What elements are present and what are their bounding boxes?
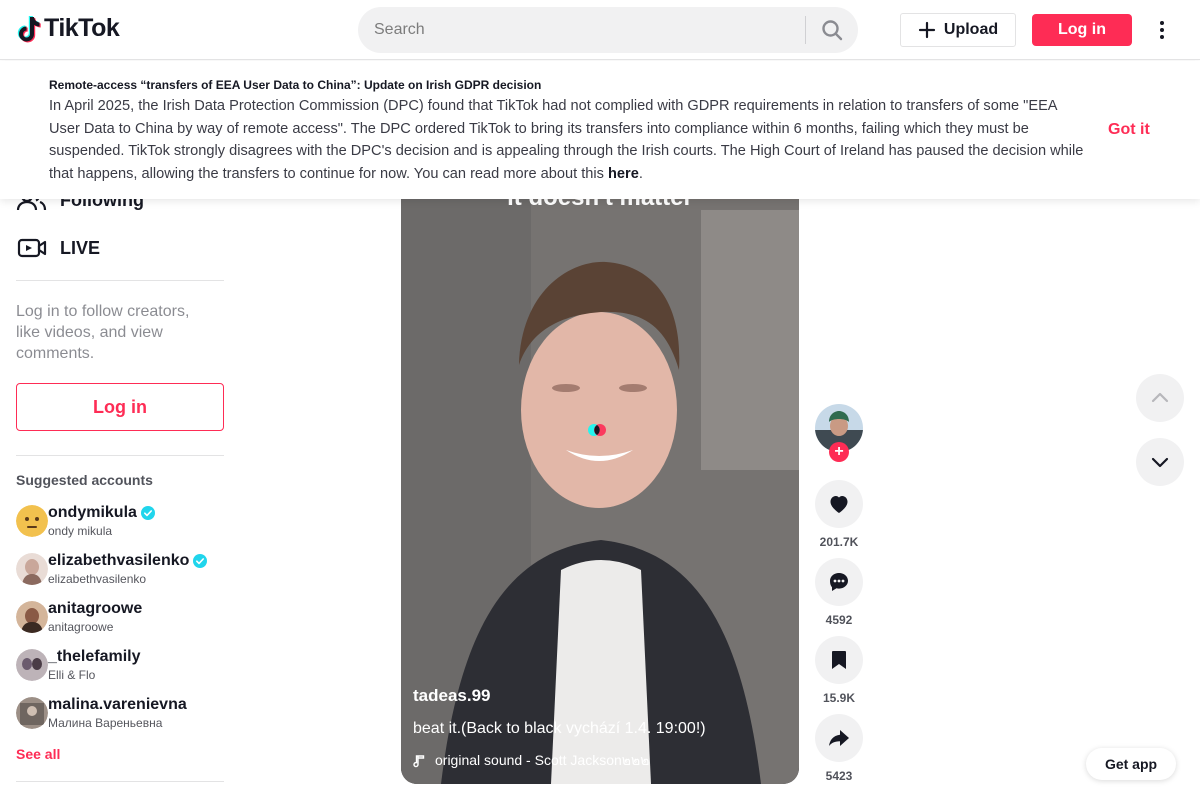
account-text: malina.varenievna Малина Вареньевна [48, 695, 187, 731]
save-button[interactable] [815, 636, 863, 684]
save-count: 15.9K [822, 691, 856, 705]
search-input[interactable] [358, 7, 805, 53]
account-nickname: ondy mikula [48, 524, 113, 538]
divider [16, 280, 224, 281]
sidebar-item-live[interactable]: LIVE [16, 236, 100, 260]
dot [1160, 21, 1164, 25]
account-nickname: Elli & Flo [48, 668, 96, 682]
chevron-up-icon [1151, 392, 1169, 403]
banner-here-link[interactable]: here [608, 166, 639, 182]
suggested-account[interactable]: ondymikula ondy mikula [16, 501, 224, 541]
login-prompt-text: Log in to follow creators, like videos, … [16, 303, 190, 362]
avatar [16, 601, 48, 633]
account-text: _thelefamily Elli & Flo [48, 647, 140, 683]
got-it-button[interactable]: Got it [1108, 121, 1150, 139]
account-nickname: Малина Вареньевна [48, 716, 163, 730]
video-player[interactable]: it doesn't matter tadeas.99 beat it.(Bac… [401, 150, 799, 784]
see-all-link[interactable]: See all [16, 746, 60, 762]
account-nickname: elizabethvasilenko [48, 572, 147, 586]
suggested-account[interactable]: elizabethvasilenko elizabethvasilenko [16, 549, 224, 589]
video-music[interactable]: original sound - Scott Jackson๒๒๒ [413, 750, 649, 772]
heart-icon [830, 496, 848, 513]
top-bar: TikTok Upload Log in [0, 0, 1200, 60]
get-app-button[interactable]: Get app [1086, 748, 1176, 780]
account-username: _thelefamily [48, 648, 141, 665]
banner-title: Remote-access “transfers of EEA User Dat… [49, 78, 542, 92]
avatar [16, 505, 48, 537]
share-icon [829, 730, 849, 746]
account-username: elizabethvasilenko [48, 552, 190, 569]
comment-icon [830, 573, 848, 591]
account-text: anitagroowe anitagroowe [48, 599, 142, 635]
share-button[interactable] [815, 714, 863, 762]
sidebar-item-label: LIVE [60, 237, 101, 258]
account-text: ondymikula ondy mikula [48, 503, 155, 539]
music-title: original sound - Scott Jackson๒๒๒ [435, 752, 650, 768]
tiktok-logo[interactable]: TikTok [16, 14, 120, 43]
tiktok-logo-icon [17, 15, 41, 42]
banner-body: In April 2025, the Irish Data Protection… [49, 95, 1089, 185]
verified-icon [140, 506, 155, 520]
comment-count: 4592 [825, 613, 853, 627]
verified-icon [193, 554, 208, 568]
logo-text: TikTok [44, 14, 120, 42]
comment-button[interactable] [815, 558, 863, 606]
music-note-icon [413, 755, 425, 768]
divider [16, 455, 224, 456]
dot [1160, 28, 1164, 32]
search-bar [358, 7, 858, 53]
suggested-accounts-title: Suggested accounts [16, 472, 153, 488]
live-icon [17, 238, 47, 258]
search-icon [822, 20, 843, 41]
search-button[interactable] [806, 7, 858, 53]
account-username: anitagroowe [48, 600, 143, 617]
like-button[interactable] [815, 480, 863, 528]
account-text: elizabethvasilenko elizabethvasilenko [48, 551, 208, 587]
gdpr-notice-banner: Remote-access “transfers of EEA User Dat… [0, 61, 1200, 199]
loading-spinner-icon [588, 424, 606, 436]
chevron-down-icon [1151, 457, 1169, 468]
sidebar-login-button[interactable]: Log in [16, 383, 224, 431]
account-username-row: ondymikula [48, 503, 155, 523]
account-nickname: anitagroowe [48, 620, 114, 634]
upload-button[interactable]: Upload [900, 13, 1016, 47]
suggested-account[interactable]: _thelefamily Elli & Flo [16, 645, 224, 685]
account-username: ondymikula [48, 504, 137, 521]
suggested-account[interactable]: malina.varenievna Малина Вареньевна [16, 693, 224, 733]
video-author[interactable]: tadeas.99 [413, 686, 491, 706]
bookmark-icon [832, 651, 846, 669]
account-username: malina.varenievna [48, 696, 187, 713]
like-count: 201.7K [819, 535, 859, 549]
next-video-button[interactable] [1136, 438, 1184, 486]
share-count: 5423 [825, 769, 853, 783]
avatar [16, 697, 48, 729]
avatar [16, 649, 48, 681]
banner-text: In April 2025, the Irish Data Protection… [49, 98, 1084, 182]
previous-video-button[interactable] [1136, 374, 1184, 422]
suggested-account[interactable]: anitagroowe anitagroowe [16, 597, 224, 637]
account-username-row: elizabethvasilenko [48, 551, 208, 571]
plus-icon [918, 21, 935, 39]
follow-plus-icon[interactable]: + [829, 442, 849, 462]
upload-label: Upload [943, 21, 999, 38]
avatar [16, 553, 48, 585]
more-options-icon[interactable] [1150, 18, 1174, 42]
divider [16, 781, 224, 782]
video-description: beat it.(Back to black vychází 1.4. 19:0… [413, 720, 706, 737]
login-button[interactable]: Log in [1032, 14, 1132, 46]
dot [1160, 35, 1164, 39]
banner-trailing: . [638, 165, 643, 182]
